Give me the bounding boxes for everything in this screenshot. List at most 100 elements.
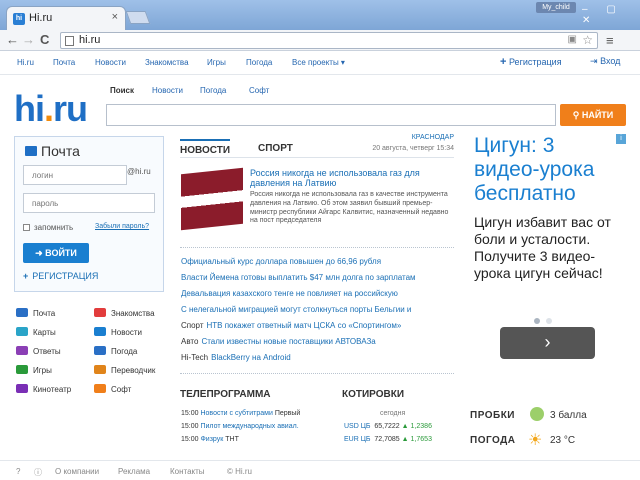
mail-login-panel: Почта логин @hi.ru пароль запомнить Забы… — [14, 136, 164, 292]
help-icon[interactable]: ? — [16, 467, 20, 476]
tab-sport[interactable]: СПОРТ — [258, 143, 293, 154]
news-item-auto[interactable]: Авто Стали известны новые поставщики АВТО… — [181, 337, 376, 346]
quote-row[interactable]: USD ЦБ 65,7222 ▲ 1,2386 — [344, 423, 432, 430]
news-item-hitech[interactable]: Hi-Tech BlackBerry на Android — [181, 353, 291, 362]
back-icon[interactable]: ← — [6, 32, 19, 47]
new-tab-button[interactable] — [125, 11, 151, 24]
service-cinema[interactable]: Кинотеатр — [16, 384, 71, 394]
service-answers[interactable]: Ответы — [16, 346, 61, 356]
tab-news[interactable]: НОВОСТИ — [180, 139, 231, 156]
topnav-news[interactable]: Новости — [95, 58, 126, 67]
answers-icon — [16, 346, 28, 355]
mail-icon — [16, 308, 28, 317]
pager-dot-active[interactable] — [534, 318, 540, 324]
quote-row[interactable]: EUR ЦБ 72,7085 ▲ 1,7653 — [344, 436, 432, 443]
topnav-mail[interactable]: Почта — [53, 58, 75, 67]
mail-title: Почта — [25, 143, 80, 159]
service-dating[interactable]: Знакомства — [94, 308, 155, 318]
info-icon[interactable]: ⓘ — [34, 467, 42, 478]
reload-icon[interactable]: C — [40, 32, 49, 47]
ad-next-button[interactable]: › — [500, 327, 595, 359]
footer-ads[interactable]: Реклама — [118, 467, 150, 476]
tv-row[interactable]: 15:00 Пилот международных авиал. — [181, 423, 299, 430]
register-button[interactable]: + РЕГИСТРАЦИЯ — [23, 271, 98, 281]
traffic-value: 3 балла — [550, 410, 587, 421]
search-input[interactable] — [106, 104, 556, 126]
pager-dot[interactable] — [546, 318, 552, 324]
topnav-weather[interactable]: Погода — [246, 58, 272, 67]
service-games[interactable]: Игры — [16, 365, 52, 375]
forward-icon[interactable]: → — [22, 32, 35, 47]
login-link[interactable]: ⇥ Вход — [590, 56, 620, 67]
topnav-all-projects[interactable]: Все проекты ▾ — [292, 58, 345, 67]
quotes-today-label: сегодня — [380, 410, 406, 417]
address-bar[interactable]: hi.ru ▣ ☆ — [60, 32, 598, 49]
password-field[interactable]: пароль — [23, 193, 155, 213]
profile-badge[interactable]: My_child — [536, 2, 576, 13]
search-tab-search[interactable]: Поиск — [110, 86, 134, 95]
footer-about[interactable]: О компании — [55, 467, 99, 476]
news-date: 20 августа, четверг 15:34 — [372, 145, 454, 152]
section-divider — [180, 373, 454, 374]
search-button[interactable]: ⚲ НАЙТИ — [560, 104, 626, 126]
mail-cap-icon — [25, 146, 37, 156]
window-controls[interactable]: – ▢ ✕ — [582, 4, 640, 26]
register-link[interactable]: + Регистрация — [500, 56, 562, 68]
url-text: hi.ru — [79, 34, 101, 46]
traffic-icon — [530, 407, 544, 421]
arrow-up-icon: ▲ — [401, 423, 409, 430]
weather-label[interactable]: ПОГОДА — [470, 435, 516, 446]
favicon-icon: hi — [13, 13, 25, 25]
login-button[interactable]: ➜ ВОЙТИ — [23, 243, 89, 263]
arrow-up-icon: ▲ — [401, 436, 409, 443]
service-maps[interactable]: Карты — [16, 327, 56, 337]
browser-tab[interactable]: hi Hi.ru × — [6, 6, 126, 30]
close-tab-icon[interactable]: × — [112, 11, 118, 23]
topnav-games[interactable]: Игры — [207, 58, 226, 67]
service-weather[interactable]: Погода — [94, 346, 137, 356]
footer-copyright: © Hi.ru — [227, 467, 253, 476]
news-item[interactable]: Девальвация казахского тенге не повлияет… — [181, 289, 398, 298]
footer: ? ⓘ О компании Реклама Контакты © Hi.ru — [0, 460, 640, 480]
city-link[interactable]: КРАСНОДАР — [394, 134, 454, 141]
footer-contacts[interactable]: Контакты — [170, 467, 205, 476]
topnav-dating[interactable]: Знакомства — [145, 58, 189, 67]
main-news-title[interactable]: Россия никогда не использовала газ для д… — [250, 168, 454, 188]
news-item[interactable]: Официальный курс доллара повышен до 66,9… — [181, 257, 381, 266]
top-nav: Hi.ru Почта Новости Знакомства Игры Пого… — [0, 51, 640, 75]
translate-icon — [94, 365, 106, 374]
add-user-icon: + — [500, 56, 507, 68]
browser-toolbar: ← → C hi.ru ▣ ☆ ≡ — [0, 30, 640, 51]
service-mail[interactable]: Почта — [16, 308, 55, 318]
tv-row[interactable]: 15:00 Новости с субтитрами Первый — [181, 410, 300, 417]
site-logo[interactable]: hi.ru — [14, 88, 88, 130]
menu-icon[interactable]: ≡ — [606, 33, 614, 48]
checkbox-icon — [23, 224, 30, 231]
search-tab-weather[interactable]: Погода — [200, 86, 226, 95]
quotes-title[interactable]: КОТИРОВКИ — [342, 389, 404, 400]
news-item[interactable]: С нелегальной миграцией могут столкнутьс… — [181, 305, 411, 314]
tab-title: Hi.ru — [29, 12, 53, 24]
forgot-password-link[interactable]: Забыли пароль? — [95, 223, 149, 230]
search-tab-news[interactable]: Новости — [152, 86, 183, 95]
search-icon: ⚲ — [572, 110, 580, 120]
service-translator[interactable]: Переводчик — [94, 365, 155, 375]
service-news[interactable]: Новости — [94, 327, 142, 337]
ad-info-icon[interactable]: i — [616, 134, 626, 144]
ad-text: Цигун избавит вас от боли и усталости. П… — [474, 214, 611, 281]
extension-icon[interactable]: ▣ — [568, 34, 577, 45]
page-icon — [65, 36, 74, 46]
tv-row[interactable]: 15:00 Физрук ТНТ — [181, 436, 239, 443]
remember-checkbox[interactable]: запомнить — [23, 223, 73, 232]
login-field[interactable]: логин — [23, 165, 127, 185]
service-soft[interactable]: Софт — [94, 384, 131, 394]
latvia-flag-image[interactable] — [181, 167, 243, 231]
search-tab-soft[interactable]: Софт — [249, 86, 269, 95]
gamepad-icon — [16, 365, 28, 374]
traffic-label[interactable]: ПРОБКИ — [470, 410, 515, 421]
news-item-sport[interactable]: Спорт НТВ покажет ответный матч ЦСКА со «… — [181, 321, 401, 330]
bookmark-star-icon[interactable]: ☆ — [582, 33, 593, 47]
topnav-hi[interactable]: Hi.ru — [17, 58, 34, 67]
news-item[interactable]: Власти Йемена готовы выплатить $47 млн д… — [181, 273, 416, 282]
tv-title[interactable]: ТЕЛЕПРОГРАММА — [180, 389, 271, 400]
